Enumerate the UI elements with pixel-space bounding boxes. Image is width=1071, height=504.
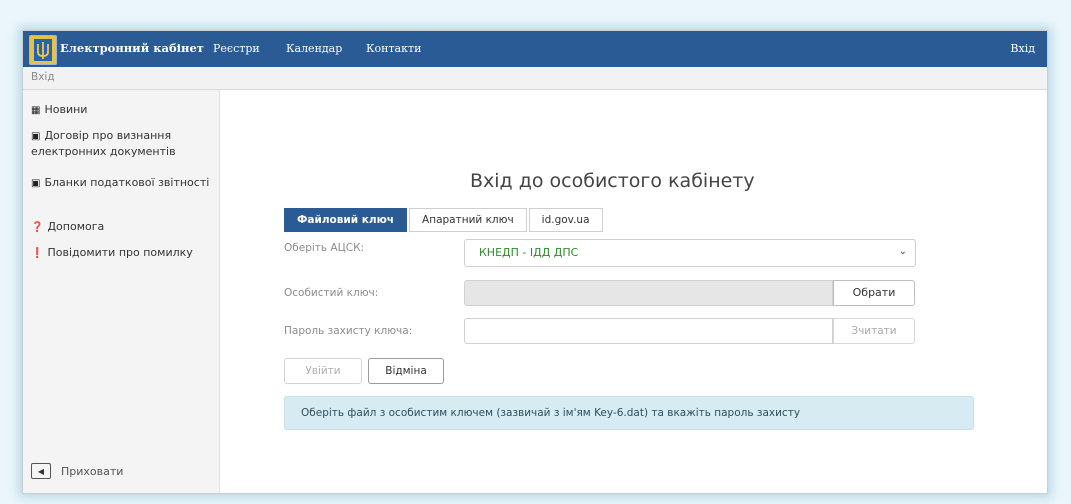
sidebar-item-help[interactable]: ❓ Допомога <box>31 219 213 235</box>
brand-title[interactable]: Електронний кабінет <box>60 41 204 55</box>
coat-of-arms-logo <box>29 35 57 65</box>
chevron-down-icon: ⌄ <box>898 246 907 257</box>
main-content: Вхід до особистого кабінету Файловий клю… <box>220 90 1047 493</box>
ca-select[interactable]: КНЕДП - ІДД ДПС ⌄ <box>464 239 916 267</box>
nav-item-registries[interactable]: Реєстри <box>213 42 260 55</box>
login-button[interactable]: Увійти <box>284 358 362 384</box>
nav-item-contacts[interactable]: Контакти <box>366 42 421 55</box>
breadcrumb-current: Вхід <box>31 71 55 83</box>
cancel-button[interactable]: Відміна <box>368 358 444 384</box>
sidebar-hide-label: Приховати <box>61 464 124 478</box>
key-label: Особистий ключ: <box>284 287 379 299</box>
breadcrumb: Вхід <box>23 67 1047 90</box>
sidebar: ▦ Новини ▣ Договір про визнання електронни… <box>23 90 220 493</box>
sidebar-item-news[interactable]: ▦ Новини <box>31 102 213 118</box>
choose-key-button[interactable]: Обрати <box>833 280 915 306</box>
password-label: Пароль захисту ключа: <box>284 325 413 337</box>
sidebar-item-label: Бланки податкової звітності <box>44 176 210 189</box>
sidebar-item-tax-forms[interactable]: ▣ Бланки податкової звітності <box>31 175 213 191</box>
info-text: Оберіть файл з особистим ключем (зазвича… <box>301 407 801 419</box>
document-icon: ▣ <box>31 131 41 142</box>
top-navbar: Електронний кабінет Реєстри Календар Кон… <box>23 31 1047 67</box>
collapse-icon: ◀ <box>31 463 51 479</box>
app-window: Електронний кабінет Реєстри Календар Кон… <box>22 30 1048 494</box>
sidebar-item-label: Допомога <box>47 220 105 233</box>
page-title: Вхід до особистого кабінету <box>470 170 755 192</box>
exclamation-icon: ❗ <box>31 248 44 259</box>
tab-file-key[interactable]: Файловий ключ <box>284 208 408 232</box>
tab-hardware-key[interactable]: Апаратний ключ <box>409 208 527 232</box>
sidebar-item-label: Повідомити про помилку <box>47 246 193 259</box>
tab-id-gov-ua[interactable]: id.gov.ua <box>528 208 603 232</box>
question-icon: ❓ <box>31 222 44 233</box>
ca-label: Оберіть АЦСК: <box>284 242 365 254</box>
read-key-button[interactable]: Зчитати <box>833 318 915 344</box>
info-alert: Оберіть файл з особистим ключем (зазвича… <box>284 396 974 430</box>
forms-icon: ▣ <box>31 178 41 189</box>
sidebar-item-label: Новини <box>44 103 88 116</box>
sidebar-item-agreement[interactable]: ▣ Договір про визнання електронних докуме… <box>31 128 213 159</box>
key-file-field <box>464 280 833 306</box>
nav-item-calendar[interactable]: Календар <box>286 42 342 55</box>
sidebar-item-label: Договір про визнання електронних докумен… <box>31 129 176 158</box>
news-icon: ▦ <box>31 105 41 116</box>
sidebar-item-report-error[interactable]: ❗ Повідомити про помилку <box>31 245 213 261</box>
login-method-tabs: Файловий ключ Апаратний ключ id.gov.ua <box>284 208 605 232</box>
ca-selected-value: КНЕДП - ІДД ДПС <box>479 246 579 259</box>
sidebar-hide-button[interactable]: ◀ Приховати <box>31 463 123 479</box>
password-input[interactable] <box>464 318 833 344</box>
login-link[interactable]: Вхід <box>1010 42 1035 55</box>
